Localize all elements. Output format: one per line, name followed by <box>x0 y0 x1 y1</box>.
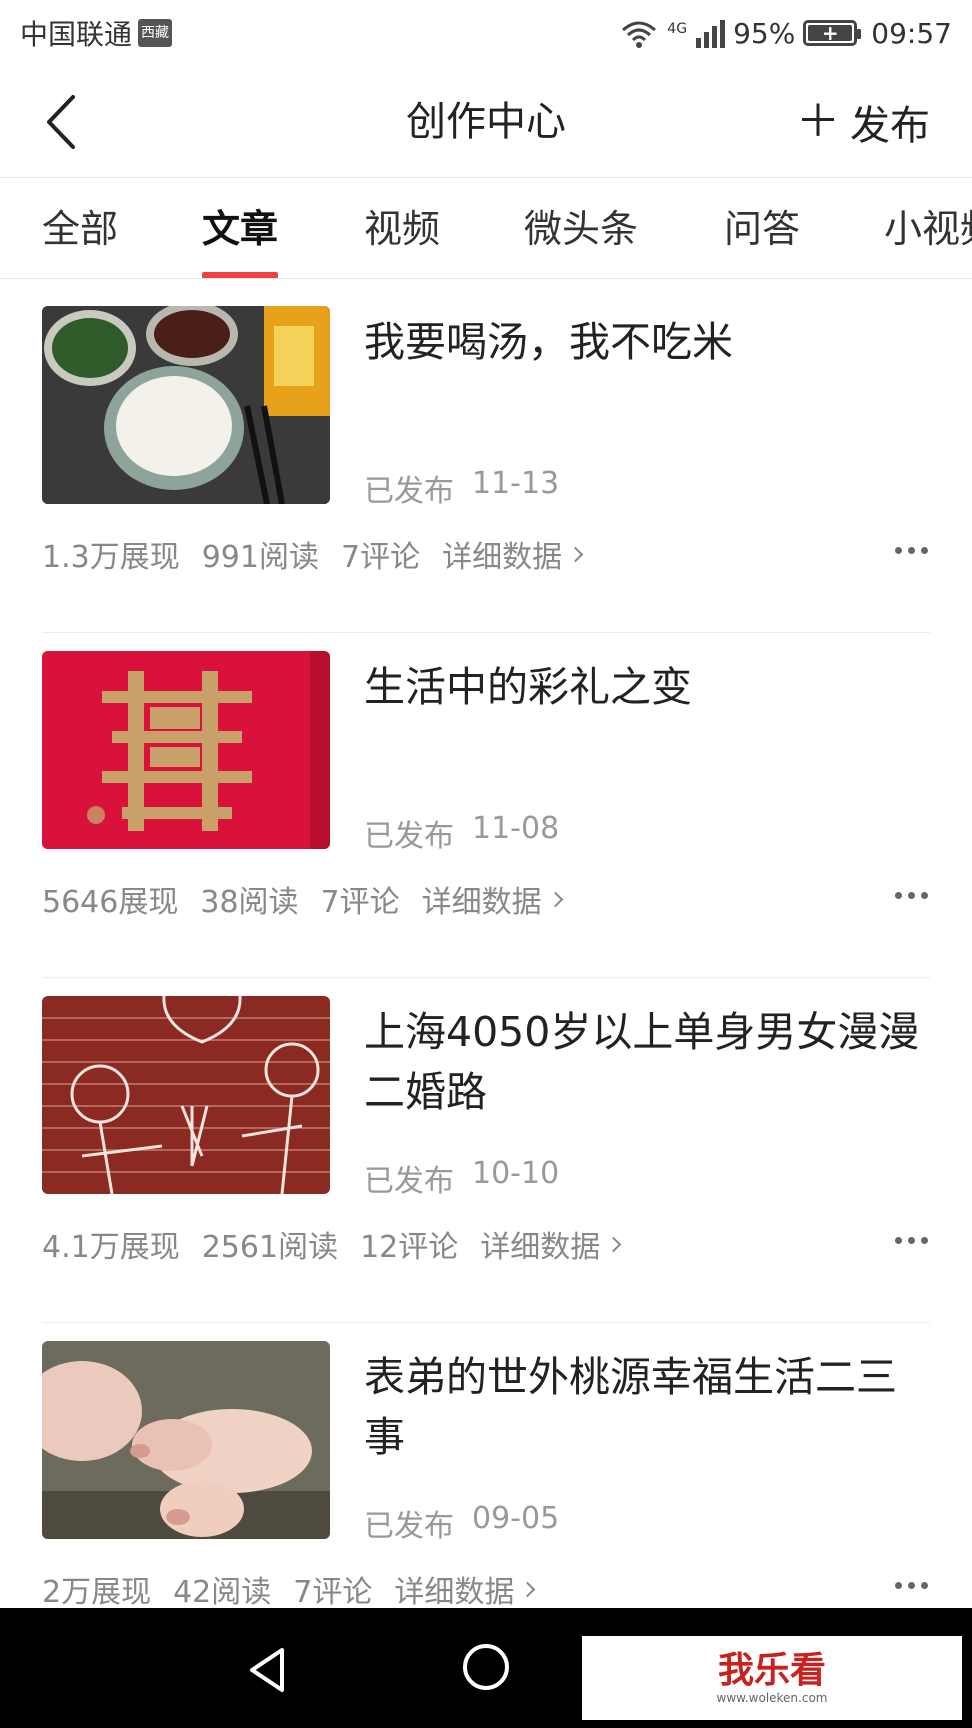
detail-data-link[interactable]: 详细数据 <box>394 1567 536 1611</box>
wifi-icon <box>622 21 657 48</box>
detail-data-link[interactable]: 详细数据 <box>421 877 563 921</box>
divider <box>42 632 930 633</box>
publish-date: 09-05 <box>472 1501 560 1536</box>
status-right: 4G 95% + 09:57 <box>619 17 952 50</box>
article-stats: 4.1万展现 2561阅读 12评论 详细数据 <box>42 1222 622 1266</box>
more-options-button[interactable] <box>895 538 928 562</box>
article-status: 已发布 11-08 <box>364 811 559 855</box>
tab-label: 全部 <box>42 207 119 251</box>
watermark-url: www.woleken.com <box>716 1691 828 1705</box>
detail-data-link[interactable]: 详细数据 <box>480 1222 622 1266</box>
divider <box>42 1322 930 1323</box>
article-thumbnail[interactable] <box>42 651 330 849</box>
impressions-count: 4.1万展现 <box>42 1230 180 1265</box>
article-thumbnail[interactable] <box>42 996 330 1194</box>
comments-count: 7评论 <box>320 885 400 920</box>
carrier-badge: 西藏 <box>138 19 173 47</box>
detail-data-label: 详细数据 <box>421 885 542 920</box>
publish-date: 10-10 <box>472 1156 560 1191</box>
more-options-button[interactable] <box>895 1228 928 1252</box>
impressions-count: 2万展现 <box>42 1575 152 1610</box>
reads-count: 38阅读 <box>200 885 299 920</box>
detail-data-label: 详细数据 <box>442 540 563 575</box>
article-title[interactable]: 表弟的世外桃源幸福生活二三事 <box>364 1347 924 1467</box>
article-title[interactable]: 上海4050岁以上单身男女漫漫二婚路 <box>364 1002 924 1122</box>
watermark-logo: 我乐看 www.woleken.com <box>582 1636 962 1720</box>
tab-short-videos[interactable]: 小视频 <box>884 179 972 278</box>
back-button[interactable] <box>30 90 90 154</box>
reads-count: 991阅读 <box>201 540 319 575</box>
watermark-text: 我乐看 <box>717 1650 826 1691</box>
tab-articles[interactable]: 文章 <box>202 179 279 278</box>
publish-status: 已发布 <box>364 1509 454 1544</box>
battery-percent: 95% <box>733 16 796 50</box>
tab-videos[interactable]: 视频 <box>364 179 441 278</box>
tab-label: 微头条 <box>524 207 639 251</box>
system-navigation-bar: 我乐看 www.woleken.com <box>0 1608 972 1728</box>
article-thumbnail[interactable] <box>42 1341 330 1539</box>
reads-count: 2561阅读 <box>201 1230 339 1265</box>
plus-icon: ＋ <box>796 96 840 147</box>
article-status: 已发布 09-05 <box>364 1501 559 1545</box>
back-arrow-icon <box>47 95 75 149</box>
comments-count: 12评论 <box>360 1230 459 1265</box>
chevron-right-icon <box>520 1581 536 1597</box>
tab-label: 文章 <box>202 207 279 251</box>
detail-data-label: 详细数据 <box>394 1575 515 1610</box>
reads-count: 42阅读 <box>173 1575 272 1610</box>
chevron-right-icon <box>567 546 584 562</box>
impressions-count: 1.3万展现 <box>42 540 180 575</box>
chevron-right-icon <box>547 891 563 907</box>
article-status: 已发布 11-13 <box>364 466 559 510</box>
detail-data-label: 详细数据 <box>480 1230 601 1265</box>
system-home-icon[interactable] <box>463 1644 509 1690</box>
more-options-button[interactable] <box>895 883 928 907</box>
article-title[interactable]: 生活中的彩礼之变 <box>364 657 924 717</box>
article-title[interactable]: 我要喝汤，我不吃米 <box>364 312 924 372</box>
tab-all[interactable]: 全部 <box>42 179 119 278</box>
battery-icon: + <box>803 20 862 46</box>
article-stats: 1.3万展现 991阅读 7评论 详细数据 <box>42 532 584 576</box>
publish-label: 发布 <box>850 103 930 149</box>
nav-bar: 创作中心 ＋ 发布 <box>0 66 972 178</box>
tab-label: 视频 <box>364 207 441 251</box>
clock: 09:57 <box>871 16 952 50</box>
network-type: 4G <box>667 20 688 37</box>
tab-micro-posts[interactable]: 微头条 <box>524 179 639 278</box>
tab-qa[interactable]: 问答 <box>724 179 801 278</box>
status-bar: 中国联通 西藏 4G 95% + 09:57 <box>0 0 972 66</box>
chevron-right-icon <box>605 1236 622 1252</box>
tab-label: 小视频 <box>884 207 972 251</box>
impressions-count: 5646展现 <box>42 885 179 920</box>
signal-icon <box>696 20 726 48</box>
article-thumbnail[interactable] <box>42 306 330 504</box>
publish-date: 11-08 <box>472 811 560 846</box>
tab-label: 问答 <box>724 207 801 251</box>
comments-count: 7评论 <box>293 1575 373 1610</box>
more-options-button[interactable] <box>895 1573 928 1597</box>
detail-data-link[interactable]: 详细数据 <box>442 532 584 576</box>
article-status: 已发布 10-10 <box>364 1156 559 1200</box>
publish-date: 11-13 <box>472 466 560 501</box>
article-stats: 2万展现 42阅读 7评论 详细数据 <box>42 1567 536 1611</box>
divider <box>42 977 930 978</box>
system-back-icon[interactable] <box>244 1646 292 1694</box>
publish-status: 已发布 <box>364 819 454 854</box>
publish-button[interactable]: ＋ 发布 <box>796 66 930 178</box>
active-tab-indicator <box>202 272 279 278</box>
publish-status: 已发布 <box>364 1164 454 1199</box>
status-left: 中国联通 西藏 <box>20 13 173 53</box>
carrier-name: 中国联通 <box>20 18 133 51</box>
article-stats: 5646展现 38阅读 7评论 详细数据 <box>42 877 563 921</box>
tab-bar: 全部 文章 视频 微头条 问答 小视频 <box>0 179 972 279</box>
publish-status: 已发布 <box>364 474 454 509</box>
comments-count: 7评论 <box>340 540 421 575</box>
